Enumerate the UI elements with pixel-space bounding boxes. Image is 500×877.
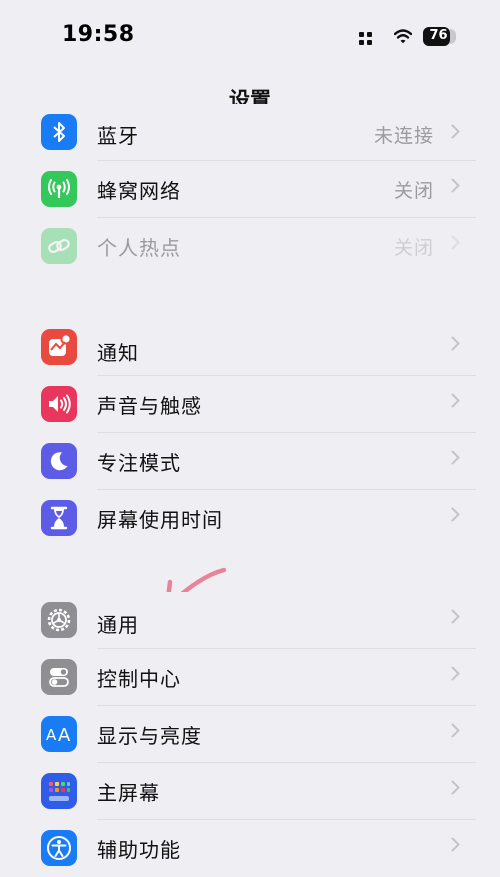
settings-row-value: 关闭 <box>393 180 434 202</box>
gear-icon <box>41 602 77 638</box>
chevron-right-icon <box>451 336 460 351</box>
chevron-right-icon <box>451 124 460 139</box>
settings-row-label: 显示与亮度 <box>97 724 202 748</box>
chevron-right-icon <box>451 723 460 738</box>
settings-row-label: 通用 <box>97 613 139 637</box>
notifications-group: 通知 声音与触感 专注模式 屏幕使用时间 <box>0 319 500 547</box>
chevron-right-icon <box>451 666 460 681</box>
chevron-right-icon <box>451 837 460 852</box>
accessibility-icon <box>41 830 77 866</box>
settings-row-sound[interactable]: 声音与触感 <box>0 376 500 433</box>
chevron-right-icon <box>451 178 460 193</box>
settings-row-control-center[interactable]: 控制中心 <box>0 649 500 706</box>
sound-icon <box>41 386 77 422</box>
settings-row-label: 主屏幕 <box>97 781 160 805</box>
hotspot-icon <box>41 228 77 264</box>
settings-row-accessibility[interactable]: 辅助功能 <box>0 820 500 877</box>
chevron-right-icon <box>451 609 460 624</box>
cellular-icon <box>41 171 77 207</box>
chevron-right-icon <box>451 235 460 250</box>
chevron-right-icon <box>451 450 460 465</box>
settings-row-label: 屏幕使用时间 <box>97 508 223 532</box>
settings-row-value: 未连接 <box>373 125 434 147</box>
settings-row-general[interactable]: 通用 <box>0 592 500 649</box>
bluetooth-icon <box>41 114 77 150</box>
settings-row-cellular[interactable]: 蜂窝网络 关闭 <box>0 161 500 218</box>
hourglass-icon <box>41 500 77 536</box>
settings-row-label: 专注模式 <box>97 451 181 475</box>
settings-row-label: 蜂窝网络 <box>97 179 181 203</box>
moon-icon <box>41 443 77 479</box>
cellular-signal-icon <box>359 32 372 45</box>
text-size-icon: A A <box>41 716 77 752</box>
battery-indicator: 76 <box>423 27 456 46</box>
settings-row-label: 声音与触感 <box>97 394 202 418</box>
status-time: 19:58 <box>62 22 135 47</box>
wifi-icon <box>394 29 412 44</box>
home-grid-icon <box>41 773 77 809</box>
settings-row-label: 个人热点 <box>97 236 181 260</box>
toggles-icon <box>41 659 77 695</box>
svg-text:A: A <box>58 725 71 744</box>
chevron-right-icon <box>451 507 460 522</box>
settings-row-focus[interactable]: 专注模式 <box>0 433 500 490</box>
settings-row-label: 控制中心 <box>97 667 181 691</box>
settings-row-display[interactable]: A A 显示与亮度 <box>0 706 500 763</box>
settings-row-hotspot[interactable]: 个人热点 关闭 <box>0 218 500 275</box>
settings-row-bluetooth[interactable]: 蓝牙 未连接 <box>0 104 500 161</box>
settings-row-label: 辅助功能 <box>97 838 181 862</box>
battery-percent: 76 <box>429 28 448 43</box>
svg-text:A: A <box>46 726 57 744</box>
settings-row-screen-time[interactable]: 屏幕使用时间 <box>0 490 500 547</box>
connectivity-group: 蓝牙 未连接 蜂窝网络 关闭 个人热点 关闭 <box>0 104 500 274</box>
settings-row-notifications[interactable]: 通知 <box>0 319 500 376</box>
chevron-right-icon <box>451 393 460 408</box>
settings-row-label: 蓝牙 <box>97 124 139 148</box>
status-bar: 19:58 76 <box>0 0 500 70</box>
chevron-right-icon <box>451 780 460 795</box>
settings-row-value: 关闭 <box>393 237 434 259</box>
settings-row-home-screen[interactable]: 主屏幕 <box>0 763 500 820</box>
general-group: 通用 控制中心 A A 显示与亮度 主屏幕 辅助功能 <box>0 592 500 866</box>
notifications-icon <box>41 329 77 365</box>
settings-row-label: 通知 <box>97 341 139 365</box>
